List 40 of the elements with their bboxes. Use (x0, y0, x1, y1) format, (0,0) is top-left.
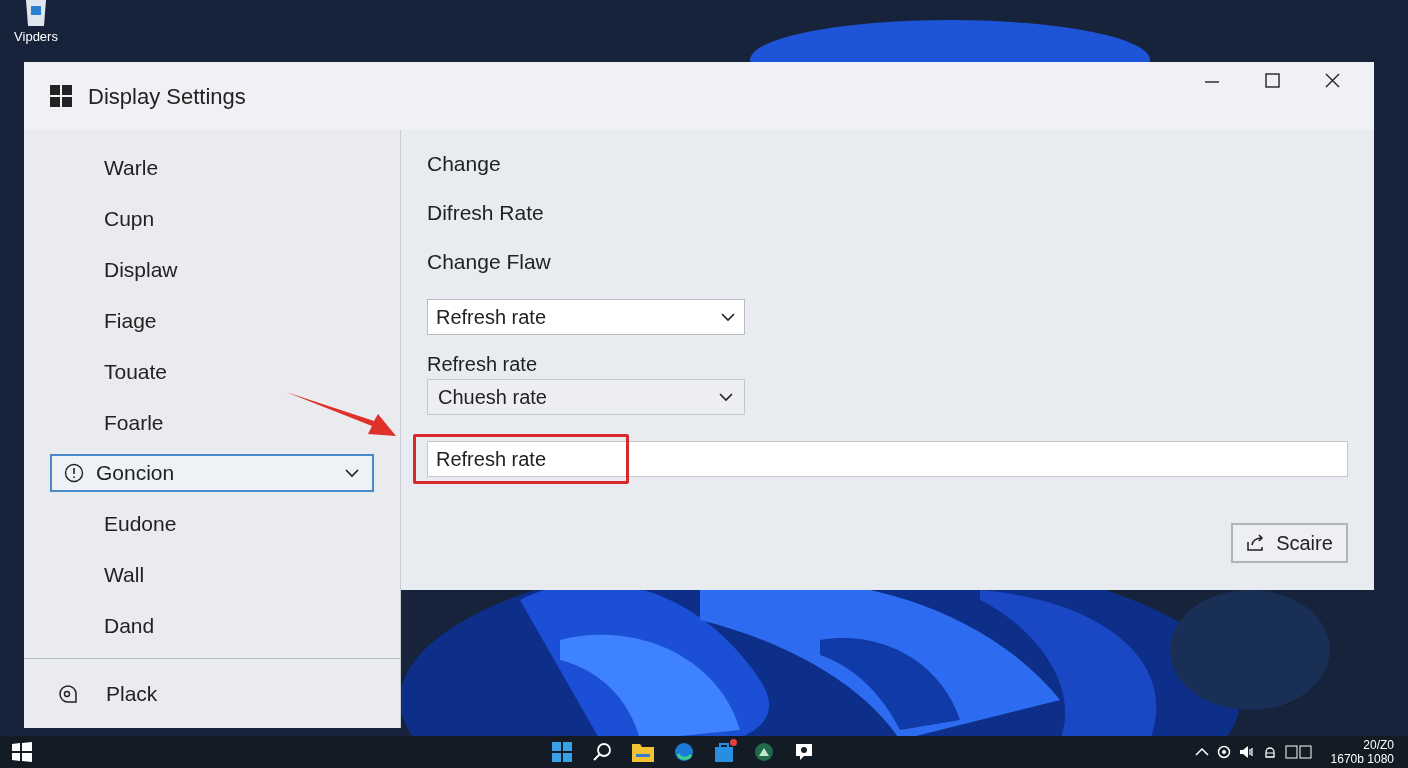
folder-icon[interactable] (632, 742, 654, 762)
store-icon[interactable] (714, 742, 734, 762)
section-heading: Change (427, 151, 502, 177)
sidebar-item[interactable]: Cupn (24, 193, 400, 244)
sidebar-item[interactable]: Fiage (24, 295, 400, 346)
clock[interactable]: 20/Z0 1670b 1080 (1330, 738, 1394, 766)
chat-bubble-icon (58, 683, 78, 704)
chevron-down-icon (718, 392, 734, 402)
sidebar-item[interactable]: Touate (24, 346, 400, 397)
browser-icon[interactable] (674, 742, 694, 762)
sidebar-footer-item[interactable]: Plack (106, 677, 158, 710)
window-title: Display Settings (88, 82, 246, 111)
recycle-bin-icon[interactable] (23, 0, 49, 28)
sidebar-item[interactable]: Dand (24, 600, 400, 651)
dropdown[interactable]: Chuesh rate (427, 379, 745, 415)
chevron-down-icon (720, 312, 736, 322)
text-field[interactable]: Refresh rate (427, 441, 1348, 477)
windows-logo-icon (50, 85, 72, 107)
windows-logo-icon[interactable] (12, 742, 32, 762)
sidebar-item[interactable]: Foarle (24, 397, 400, 448)
app-icon[interactable] (754, 742, 774, 762)
share-button[interactable]: Scaire (1231, 523, 1348, 563)
sidebar-item[interactable]: Wall (24, 549, 400, 600)
section-heading: Difresh Rate (427, 200, 545, 226)
sidebar-item[interactable]: Warle (24, 142, 400, 193)
chat-bubble-icon[interactable] (794, 742, 814, 762)
sidebar-item[interactable]: Displaw (24, 244, 400, 295)
info-icon (64, 463, 84, 483)
start-icon[interactable] (552, 742, 572, 762)
sidebar-dropdown[interactable]: Goncion (50, 454, 374, 492)
search-icon[interactable] (592, 742, 612, 762)
speaker-icon[interactable] (1238, 745, 1255, 759)
desktop-icon-label: Vipders (14, 28, 58, 46)
field-label: Refresh rate (427, 352, 539, 377)
chevron-down-icon (344, 468, 360, 478)
network-icon[interactable] (1216, 745, 1231, 759)
dropdown[interactable]: Refresh rate (427, 299, 745, 335)
section-heading: Change Flaw (427, 249, 552, 275)
sidebar-item[interactable]: Eudone (24, 498, 400, 549)
chevron-up-icon[interactable] (1194, 747, 1209, 757)
